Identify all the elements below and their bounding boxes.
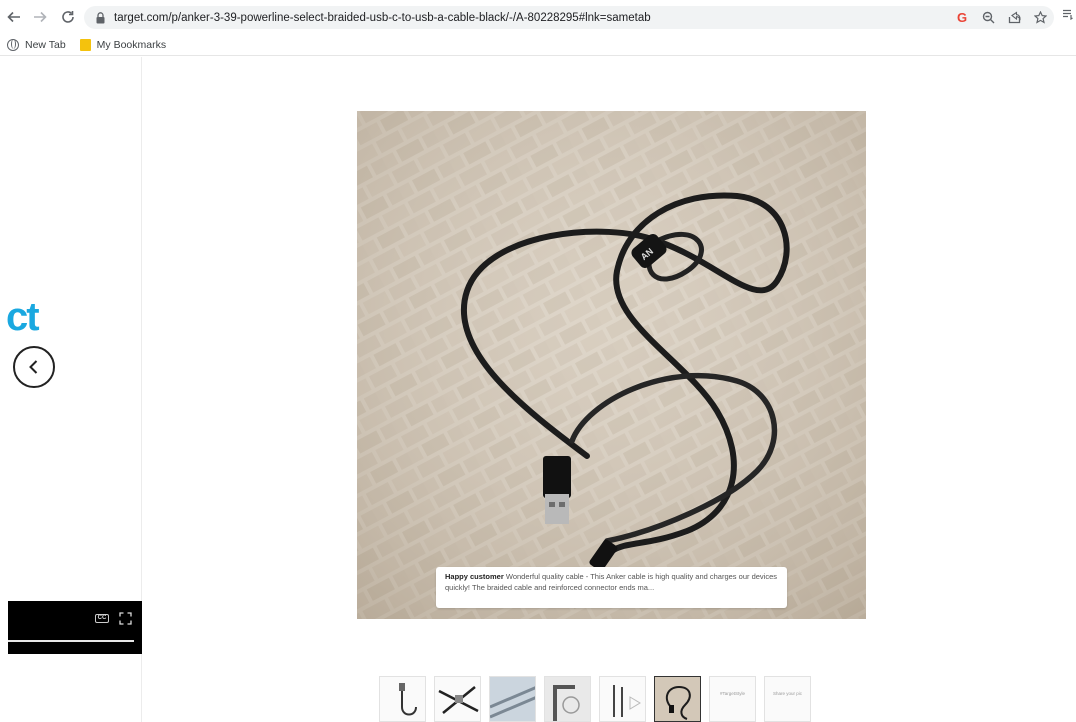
bookmark-label: New Tab bbox=[25, 38, 66, 51]
zoom-icon[interactable] bbox=[980, 10, 996, 26]
url-text[interactable]: target.com/p/anker-3-39-powerline-select… bbox=[114, 12, 651, 24]
address-bar[interactable]: target.com/p/anker-3-39-powerline-select… bbox=[84, 6, 1054, 29]
forward-icon[interactable] bbox=[30, 7, 50, 27]
bookmark-new-tab[interactable]: New Tab bbox=[7, 38, 66, 51]
fullscreen-icon[interactable] bbox=[119, 612, 132, 625]
review-author: Happy customer bbox=[445, 572, 504, 581]
video-progress-bar[interactable] bbox=[8, 640, 134, 642]
brand-logo-fragment: ct bbox=[6, 295, 40, 339]
thumbnail-label: Share your pic bbox=[772, 691, 802, 696]
thumbnail-6[interactable] bbox=[654, 676, 701, 722]
thumbnail-2[interactable] bbox=[434, 676, 481, 722]
globe-icon bbox=[7, 38, 19, 51]
cable-photo: AN bbox=[357, 111, 866, 619]
bookmark-folder-my-bookmarks[interactable]: My Bookmarks bbox=[79, 38, 167, 51]
thumbnail-target-style[interactable]: #TargetStyle bbox=[709, 676, 756, 722]
previous-image-button[interactable] bbox=[13, 346, 55, 388]
chevron-left-icon bbox=[29, 360, 38, 374]
thumbnail-strip: #TargetStyle Share your pic bbox=[379, 676, 811, 722]
thumbnail-share-your-pic[interactable]: Share your pic bbox=[764, 676, 811, 722]
reading-list-icon[interactable] bbox=[1062, 8, 1076, 24]
thumbnail-label: #TargetStyle bbox=[719, 691, 745, 696]
back-icon[interactable] bbox=[4, 7, 24, 27]
star-icon[interactable] bbox=[1032, 10, 1048, 26]
thumbnail-1[interactable] bbox=[379, 676, 426, 722]
thumbnail-4[interactable] bbox=[544, 676, 591, 722]
closed-captions-button[interactable]: CC bbox=[95, 614, 109, 623]
video-player-controls[interactable]: CC bbox=[8, 601, 142, 654]
share-icon[interactable] bbox=[1006, 10, 1022, 26]
google-icon[interactable]: G bbox=[954, 10, 970, 26]
folder-icon bbox=[79, 38, 91, 51]
review-caption[interactable]: Happy customer Wonderful quality cable -… bbox=[436, 567, 787, 608]
lock-icon[interactable] bbox=[94, 11, 106, 25]
left-panel: ct CC bbox=[0, 57, 142, 722]
browser-toolbar: target.com/p/anker-3-39-powerline-select… bbox=[0, 0, 1076, 34]
thumbnail-5[interactable] bbox=[599, 676, 646, 722]
product-main-image[interactable]: AN Happy customer Wonderful quality cabl… bbox=[357, 111, 866, 619]
bookmarks-bar: New Tab My Bookmarks bbox=[0, 34, 1076, 56]
reload-icon[interactable] bbox=[58, 7, 78, 27]
bookmark-label: My Bookmarks bbox=[96, 38, 167, 51]
thumbnail-3[interactable] bbox=[489, 676, 536, 722]
address-bar-actions: G bbox=[954, 6, 1048, 29]
